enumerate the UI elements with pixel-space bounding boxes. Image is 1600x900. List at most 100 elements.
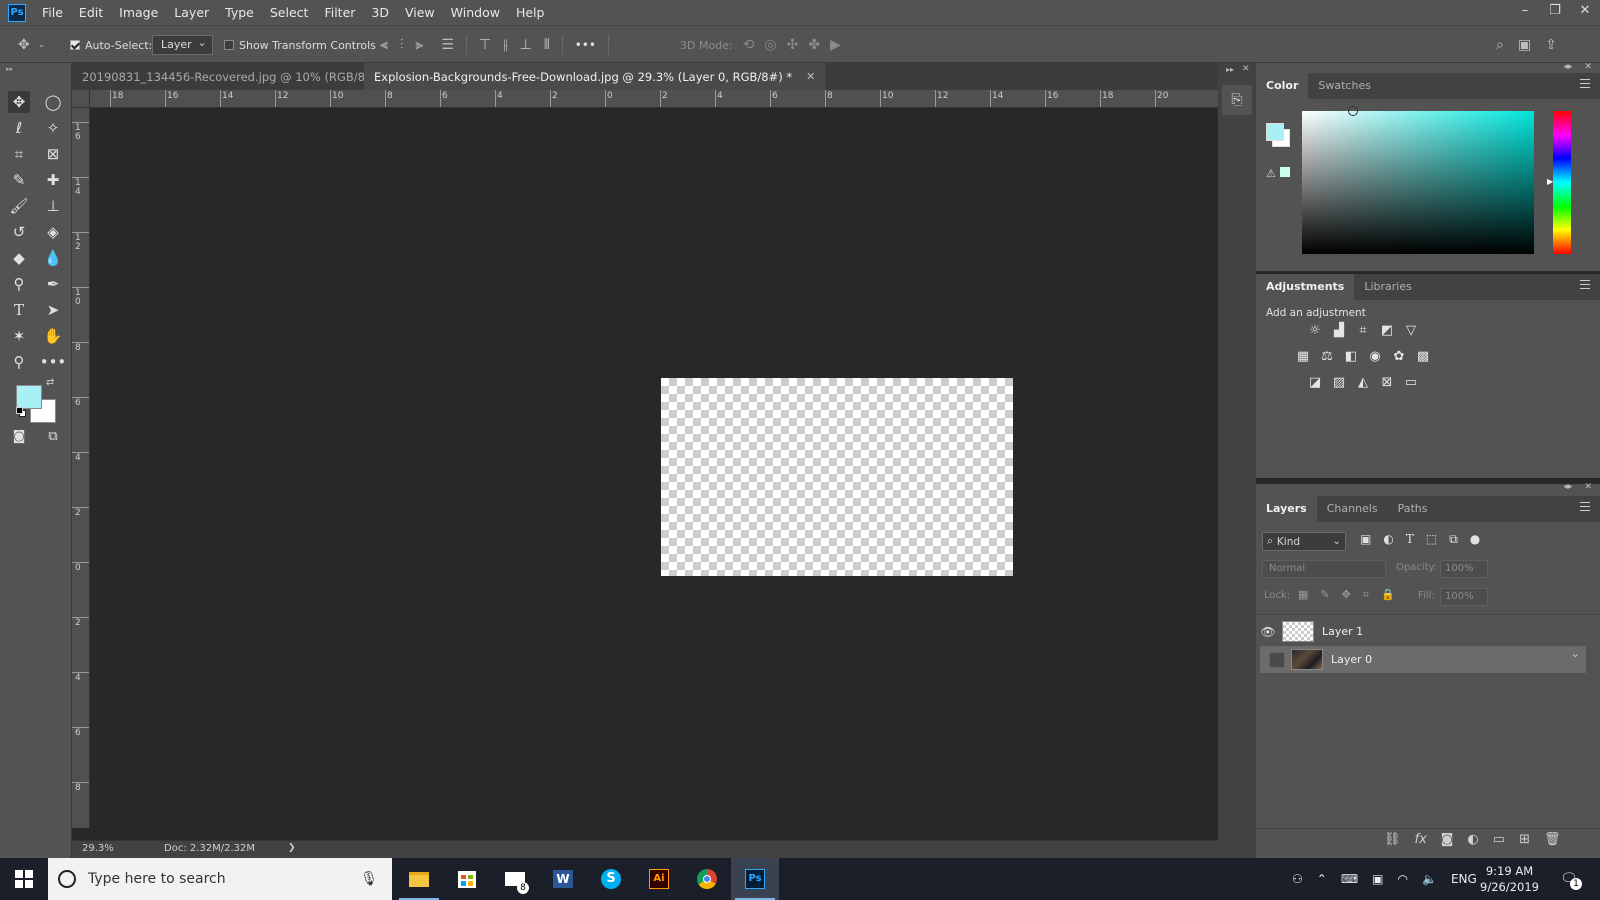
vibrance-icon[interactable]: ▽ — [1402, 322, 1420, 338]
lock-pixels-icon[interactable]: ✎ — [1320, 588, 1329, 602]
lock-all-icon[interactable]: 🔒 — [1381, 588, 1395, 602]
invert-icon[interactable]: ◪ — [1306, 374, 1324, 390]
align-right-icon[interactable]: ⫸ — [415, 37, 423, 53]
layer-name[interactable]: Layer 1 — [1322, 625, 1363, 638]
tab-color[interactable]: Color — [1256, 73, 1309, 99]
menu-select[interactable]: Select — [262, 0, 317, 25]
volume-icon[interactable]: 🔈 — [1422, 872, 1437, 886]
opacity-field[interactable]: 100% — [1440, 560, 1488, 578]
collapse-panels-icon[interactable]: ◂▸ — [1563, 482, 1572, 496]
quick-mask-icon[interactable]: ◙ — [8, 425, 30, 447]
chrome-icon[interactable] — [683, 858, 731, 900]
levels-icon[interactable]: ▟ — [1330, 322, 1348, 338]
document-tab-active[interactable]: Explosion-Backgrounds-Free-Download.jpg … — [364, 63, 826, 90]
panel-menu-icon[interactable] — [1580, 502, 1590, 514]
clock[interactable]: 9:19 AM 9/26/2019 — [1480, 858, 1539, 900]
channel-mixer-icon[interactable]: ✿ — [1390, 348, 1408, 364]
document-canvas-transparent[interactable] — [661, 378, 1013, 576]
people-icon[interactable]: ⚇ — [1292, 872, 1303, 886]
tab-channels[interactable]: Channels — [1317, 496, 1388, 522]
auto-select-target-dropdown[interactable]: Layer — [152, 34, 213, 55]
share-icon[interactable]: ⇪ — [1545, 37, 1557, 53]
ruler-origin[interactable] — [72, 90, 90, 108]
new-adjustment-layer-icon[interactable]: ◐ — [1467, 832, 1478, 847]
healing-brush-icon[interactable]: ✚ — [42, 169, 64, 191]
layer-row-selected[interactable]: Layer 0 — [1260, 645, 1586, 673]
lock-position-icon[interactable]: ✥ — [1342, 588, 1351, 602]
layer-name[interactable]: Layer 0 — [1331, 651, 1372, 669]
language-indicator[interactable]: ENG — [1451, 872, 1477, 886]
lock-artboard-icon[interactable]: ⌗ — [1363, 588, 1369, 602]
selective-color-icon[interactable]: ⊠ — [1378, 374, 1396, 390]
screen-mode-icon[interactable]: ⧉ — [42, 425, 64, 447]
brush-tool-icon[interactable]: 🖌 — [8, 195, 30, 217]
default-colors-icon[interactable] — [16, 407, 26, 417]
hue-saturation-icon[interactable]: ▦ — [1294, 348, 1312, 364]
foreground-color-swatch[interactable] — [16, 385, 42, 409]
eyedropper-icon[interactable]: ✎ — [8, 169, 30, 191]
blur-tool-icon[interactable]: 💧 — [42, 247, 64, 269]
history-panel-icon[interactable]: ⎘ — [1222, 85, 1252, 115]
document-tab[interactable]: 20190831_134456-Recovered.jpg @ 10% (RGB… — [72, 63, 412, 90]
pen-tool-icon[interactable]: ✒ — [42, 273, 64, 295]
horizontal-ruler[interactable]: 18 16 14 12 10 8 6 4 2 0 2 4 6 8 10 12 14 16 18 20 — [90, 90, 1218, 108]
color-spectrum-field[interactable] — [1302, 106, 1534, 254]
menu-type[interactable]: Type — [217, 0, 262, 25]
3d-pan-icon[interactable]: ✣ — [787, 37, 799, 53]
status-menu-arrow[interactable]: ❯ — [288, 843, 296, 853]
menu-3d[interactable]: 3D — [363, 0, 397, 25]
tab-paths[interactable]: Paths — [1388, 496, 1438, 522]
pixel-filter-icon[interactable]: ▣ — [1360, 532, 1371, 547]
hand-tool-icon[interactable]: ✋ — [42, 325, 64, 347]
distribute-icon[interactable]: ☰ — [441, 37, 454, 53]
exposure-icon[interactable]: ◩ — [1378, 322, 1396, 338]
menu-edit[interactable]: Edit — [71, 0, 111, 25]
visibility-toggle-off[interactable] — [1269, 651, 1285, 668]
color-balance-icon[interactable]: ⚖ — [1318, 348, 1336, 364]
black-white-icon[interactable]: ◧ — [1342, 348, 1360, 364]
visibility-eye-icon[interactable]: 👁 — [1260, 625, 1276, 639]
lock-transparent-icon[interactable]: ▦ — [1298, 588, 1308, 602]
search-icon[interactable]: ⌕ — [1496, 37, 1504, 53]
move-tool-preset[interactable]: ✥ ⌄ — [18, 26, 45, 64]
menu-help[interactable]: Help — [508, 0, 553, 25]
zoom-tool-icon[interactable]: ⚲ — [8, 351, 30, 373]
lasso-tool-icon[interactable]: ℓ — [8, 117, 30, 139]
menu-image[interactable]: Image — [111, 0, 166, 25]
close-panel-icon[interactable]: ✕ — [1242, 64, 1250, 74]
smart-object-filter-icon[interactable]: ⧉ — [1449, 532, 1458, 547]
swap-colors-icon[interactable]: ⇄ — [46, 377, 54, 388]
store-icon[interactable] — [443, 858, 491, 900]
show-hidden-icons[interactable]: ⌃ — [1317, 872, 1327, 886]
close-tab-icon[interactable]: ✕ — [806, 70, 815, 83]
minimize-button[interactable]: – — [1510, 0, 1540, 25]
show-transform-checkbox[interactable]: Show Transform Controls — [224, 26, 376, 64]
auto-select-checkbox[interactable]: Auto-Select: — [70, 26, 152, 64]
frame-tool-icon[interactable]: ⊠ — [42, 143, 64, 165]
panel-foreground-swatch[interactable] — [1266, 123, 1284, 141]
menu-filter[interactable]: Filter — [316, 0, 363, 25]
photo-filter-icon[interactable]: ◉ — [1366, 348, 1384, 364]
action-center-icon[interactable]: 🗨 1 — [1560, 858, 1582, 900]
posterize-icon[interactable]: ▨ — [1330, 374, 1348, 390]
tab-adjustments[interactable]: Adjustments — [1256, 274, 1355, 300]
move-tool-icon[interactable]: ✥ — [8, 91, 30, 113]
clone-stamp-icon[interactable]: ⊥ — [42, 195, 64, 217]
taskbar-search-box[interactable]: Type here to search 🎙 — [48, 858, 392, 900]
photoshop-icon[interactable]: Ps — [731, 858, 779, 900]
hue-slider[interactable]: ▶ — [1547, 111, 1571, 254]
mail-icon[interactable]: 8 — [491, 858, 539, 900]
vertical-ruler[interactable]: 1 6 1 4 1 2 1 0 8 6 4 2 0 2 4 6 8 — [72, 108, 90, 828]
align-bottom-icon[interactable]: ⊥ — [520, 37, 532, 53]
history-brush-icon[interactable]: ↺ — [8, 221, 30, 243]
color-lookup-icon[interactable]: ▩ — [1414, 348, 1432, 364]
device-icon[interactable]: ▣ — [1372, 872, 1383, 886]
eraser-icon[interactable]: ◈ — [42, 221, 64, 243]
new-layer-icon[interactable]: ⊞ — [1519, 832, 1530, 847]
skype-icon[interactable]: S — [587, 858, 635, 900]
gamut-warning-icon[interactable]: ⚠ — [1266, 167, 1276, 180]
gradient-map-icon[interactable]: ▭ — [1402, 374, 1420, 390]
curves-icon[interactable]: ⌗ — [1354, 322, 1372, 338]
add-mask-icon[interactable]: ◙ — [1441, 832, 1454, 847]
more-options-button[interactable]: ••• — [575, 38, 596, 52]
